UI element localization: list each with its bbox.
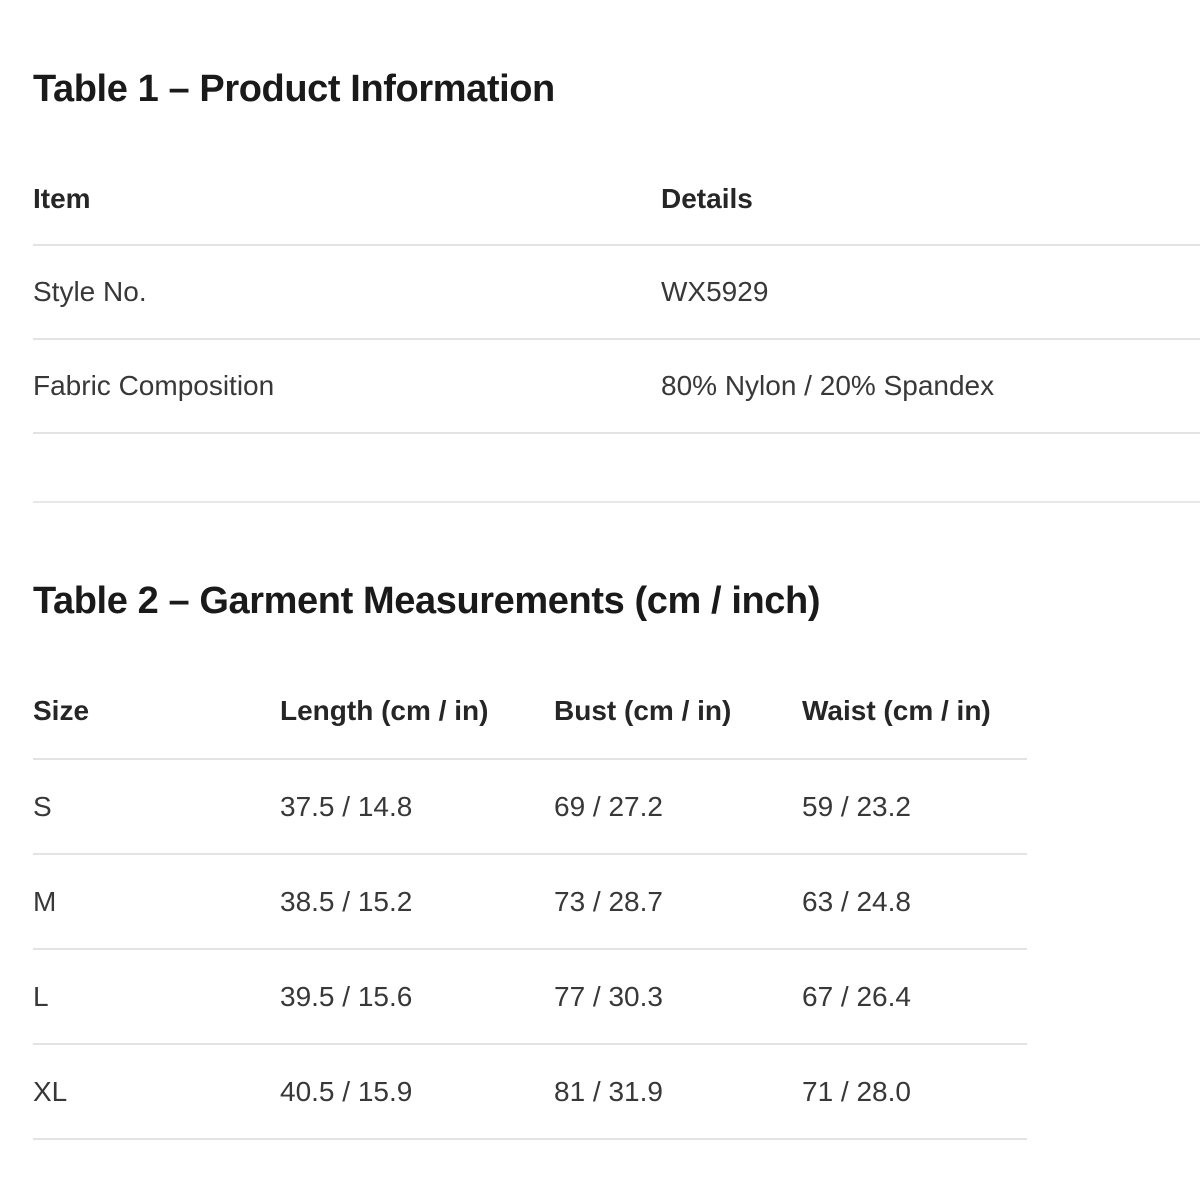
column-header-details: Details [661, 153, 1200, 246]
cell-details: 80% Nylon / 20% Spandex [661, 339, 1200, 434]
column-header-bust: Bust (cm / in) [554, 663, 802, 760]
column-header-length: Length (cm / in) [280, 663, 554, 760]
cell-bust: 77 / 30.3 [554, 949, 802, 1045]
cell-size: XL [33, 1044, 280, 1140]
table-header-row: Item Details [33, 153, 1200, 246]
column-header-size: Size [33, 663, 280, 760]
cell-size: M [33, 854, 280, 950]
table-row: Style No. WX5929 [33, 245, 1200, 340]
cell-bust: 69 / 27.2 [554, 759, 802, 855]
cell-size: S [33, 759, 280, 855]
product-information-table: Item Details Style No. WX5929 Fabric Com… [33, 153, 1200, 434]
table-row: XL 40.5 / 15.9 81 / 31.9 71 / 28.0 [33, 1044, 1027, 1140]
column-header-waist: Waist (cm / in) [802, 663, 1027, 760]
page: Table 1 – Product Information Item Detai… [0, 0, 1200, 1200]
cell-bust: 73 / 28.7 [554, 854, 802, 950]
cell-details: WX5929 [661, 245, 1200, 340]
table-row: M 38.5 / 15.2 73 / 28.7 63 / 24.8 [33, 854, 1027, 950]
table-row: Fabric Composition 80% Nylon / 20% Spand… [33, 339, 1200, 434]
table-row: L 39.5 / 15.6 77 / 30.3 67 / 26.4 [33, 949, 1027, 1045]
garment-measurements-table: Size Length (cm / in) Bust (cm / in) Wai… [33, 663, 1027, 1140]
cell-length: 39.5 / 15.6 [280, 949, 554, 1045]
table2-title: Table 2 – Garment Measurements (cm / inc… [33, 580, 821, 622]
cell-length: 40.5 / 15.9 [280, 1044, 554, 1140]
cell-length: 38.5 / 15.2 [280, 854, 554, 950]
cell-item: Fabric Composition [33, 339, 661, 434]
table1-title: Table 1 – Product Information [33, 68, 555, 110]
cell-size: L [33, 949, 280, 1045]
cell-bust: 81 / 31.9 [554, 1044, 802, 1140]
cell-waist: 71 / 28.0 [802, 1044, 1027, 1140]
section-divider [33, 501, 1200, 503]
cell-waist: 59 / 23.2 [802, 759, 1027, 855]
cell-length: 37.5 / 14.8 [280, 759, 554, 855]
cell-item: Style No. [33, 245, 661, 340]
table-row: S 37.5 / 14.8 69 / 27.2 59 / 23.2 [33, 759, 1027, 855]
column-header-item: Item [33, 153, 661, 246]
cell-waist: 63 / 24.8 [802, 854, 1027, 950]
cell-waist: 67 / 26.4 [802, 949, 1027, 1045]
table-header-row: Size Length (cm / in) Bust (cm / in) Wai… [33, 663, 1027, 760]
